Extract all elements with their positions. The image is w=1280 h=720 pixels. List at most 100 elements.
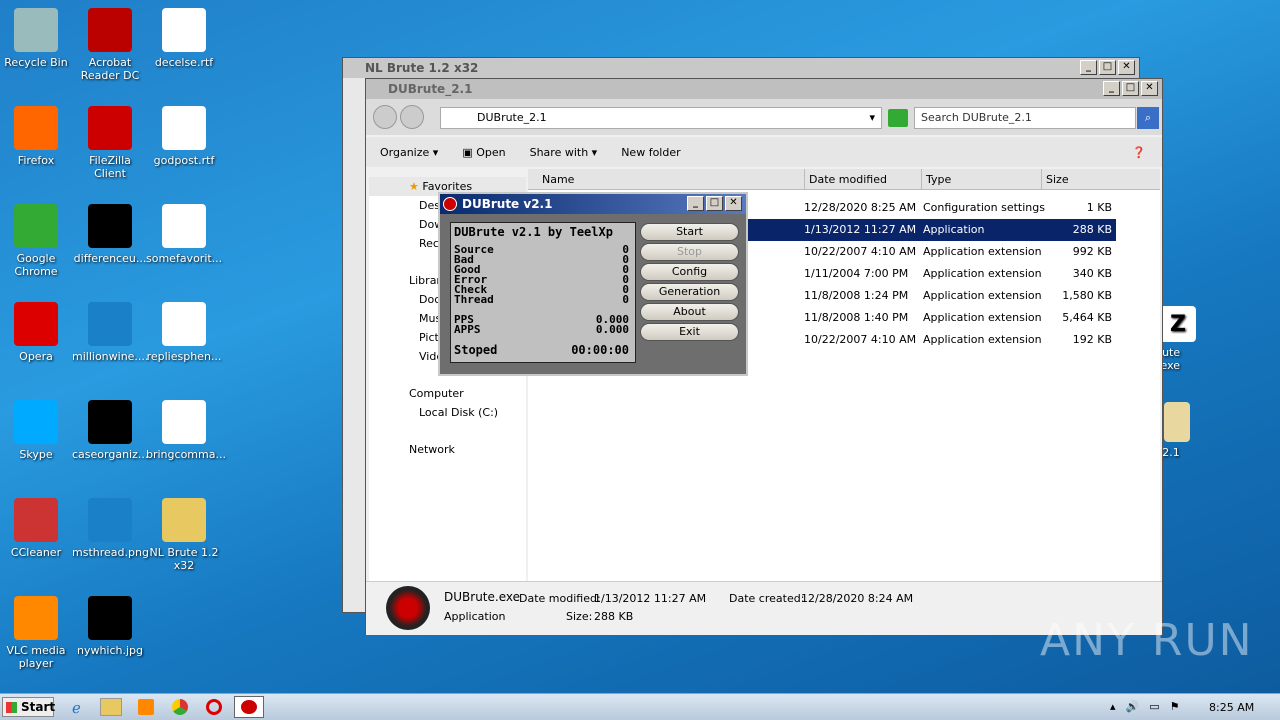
address-bar[interactable]: DUBrute_2.1 ▾ (440, 107, 882, 129)
desktop-icon[interactable]: nywhich.jpg (72, 596, 148, 657)
generation-button[interactable]: Generation (640, 283, 739, 301)
desktop-icon[interactable]: VLC media player (0, 596, 74, 670)
maximize-button[interactable]: □ (1099, 60, 1116, 75)
exit-button[interactable]: Exit (640, 323, 739, 341)
image-thumb-icon (88, 596, 132, 640)
dropdown-icon[interactable]: ▾ (869, 108, 875, 128)
stat-source: Source 0 (454, 243, 629, 256)
icon-label: Skype (19, 448, 53, 461)
desktop-icon[interactable]: CCleaner (0, 498, 74, 559)
icon-label: decelse.rtf (154, 56, 214, 69)
opera-taskbar-icon[interactable] (206, 699, 222, 715)
panel-header: DUBrute v2.1 by TeelXp (454, 225, 613, 239)
file-size: 340 KB (1072, 267, 1112, 280)
file-size: 992 KB (1072, 245, 1112, 258)
desktop-icon[interactable]: Google Chrome (0, 204, 74, 278)
desktop-icon[interactable]: godpost.rtf (146, 106, 222, 167)
windows-logo-icon (6, 702, 17, 713)
nav-network[interactable]: Network (369, 440, 526, 459)
share-with-menu[interactable]: Share with ▾ (530, 146, 598, 159)
open-button[interactable]: ▣ Open (462, 146, 505, 159)
forward-button[interactable] (400, 105, 424, 129)
column-name[interactable]: Name (542, 169, 574, 190)
desktop-icon[interactable]: bringcomma... (146, 400, 226, 461)
desktop-icon[interactable]: Firefox (0, 106, 74, 167)
maximize-button[interactable]: □ (706, 196, 723, 211)
clock[interactable]: 8:25 AM (1209, 701, 1254, 714)
tray-icons[interactable]: ▴🔊▭⚑ (1110, 700, 1189, 713)
start-button[interactable]: Start (2, 697, 55, 717)
nav-computer[interactable]: Computer (369, 384, 526, 403)
filezilla-like-icon: Z (1160, 306, 1196, 342)
word-doc-icon (162, 106, 206, 150)
image-thumb-icon (88, 204, 132, 248)
desktop-icon[interactable]: caseorganiz... (72, 400, 148, 461)
close-button[interactable]: ✕ (725, 196, 742, 211)
ie-icon[interactable]: ℯ (72, 699, 81, 717)
icon-label: FileZilla Client (89, 154, 131, 180)
stat-apps: APPS 0.000 (454, 323, 629, 336)
folder-icon (1164, 402, 1190, 442)
search-icon[interactable]: ⌕ (1137, 107, 1159, 129)
window-title: NL Brute 1.2 x32 (365, 61, 479, 75)
column-size[interactable]: Size (1041, 169, 1069, 190)
title-bar[interactable]: NL Brute 1.2 x32 _ □ ✕ (343, 58, 1139, 78)
chrome-taskbar-icon[interactable] (172, 699, 188, 715)
search-input[interactable]: Search DUBrute_2.1 (914, 107, 1136, 129)
file-type: Application extension (923, 333, 1042, 346)
new-folder-button[interactable]: New folder (621, 146, 680, 159)
desktop-icon[interactable]: millionwine.... (72, 302, 148, 363)
column-date[interactable]: Date modified (804, 169, 887, 190)
config-button[interactable]: Config (640, 263, 739, 281)
ccleaner-icon (14, 498, 58, 542)
icon-label: nywhich.jpg (76, 644, 144, 657)
desktop-icon[interactable]: Skype (0, 400, 74, 461)
title-bar[interactable]: DUBrute v2.1 _ □ ✕ (440, 194, 746, 214)
dubrute-file-icon (386, 586, 430, 630)
icon-label: Firefox (17, 154, 55, 167)
desktop-icon[interactable]: Opera (0, 302, 74, 363)
desktop-icon[interactable]: decelse.rtf (146, 8, 222, 69)
file-size: 288 KB (1072, 223, 1112, 236)
close-button[interactable]: ✕ (1118, 60, 1135, 75)
column-type[interactable]: Type (921, 169, 951, 190)
close-button[interactable]: ✕ (1141, 81, 1158, 96)
file-date: 1/11/2004 7:00 PM (804, 267, 909, 280)
details-label: Date modified: (519, 592, 601, 605)
image-thumb-icon (88, 302, 132, 346)
refresh-button[interactable] (888, 109, 908, 127)
dubrute-window[interactable]: DUBrute v2.1 _ □ ✕ DUBrute v2.1 by TeelXp … (438, 192, 748, 376)
desktop-icon[interactable]: repliesphen... (146, 302, 222, 363)
desktop-icon[interactable]: Acrobat Reader DC (72, 8, 148, 82)
file-date: 10/22/2007 4:10 AM (804, 333, 917, 346)
about-button[interactable]: About (640, 303, 739, 321)
icon-label: CCleaner (10, 546, 62, 559)
desktop-icon[interactable]: NL Brute 1.2 x32 (146, 498, 222, 572)
explorer-taskbar-icon[interactable] (100, 698, 122, 716)
stop-button[interactable]: Stop (640, 243, 739, 261)
help-icon[interactable]: ❓ (1132, 146, 1146, 159)
window-title: DUBrute_2.1 (388, 82, 473, 96)
folder-icon (162, 498, 206, 542)
minimize-button[interactable]: _ (1080, 60, 1097, 75)
file-size: 5,464 KB (1062, 311, 1112, 324)
icon-label: msthread.png (72, 546, 149, 559)
desktop-icon[interactable]: differenceu... (72, 204, 148, 265)
dubrute-taskbar-button[interactable] (234, 696, 264, 718)
nav-local-disk[interactable]: Local Disk (C:) (369, 403, 526, 422)
desktop-icon[interactable]: FileZilla Client (72, 106, 148, 180)
minimize-button[interactable]: _ (1103, 81, 1120, 96)
desktop-icon[interactable]: somefavorit... (146, 204, 222, 265)
maximize-button[interactable]: □ (1122, 81, 1139, 96)
media-player-icon[interactable] (138, 699, 154, 715)
minimize-button[interactable]: _ (687, 196, 704, 211)
details-type: Application (444, 610, 506, 623)
title-bar[interactable]: DUBrute_2.1 _ □ ✕ (366, 79, 1162, 99)
icon-label: VLC media player (6, 644, 66, 670)
firefox-icon (14, 106, 58, 150)
desktop-icon[interactable]: Recycle Bin (0, 8, 74, 69)
desktop-icon[interactable]: msthread.png (72, 498, 149, 559)
start-button[interactable]: Start (640, 223, 739, 241)
organize-menu[interactable]: Organize ▾ (380, 146, 438, 159)
back-button[interactable] (373, 105, 397, 129)
